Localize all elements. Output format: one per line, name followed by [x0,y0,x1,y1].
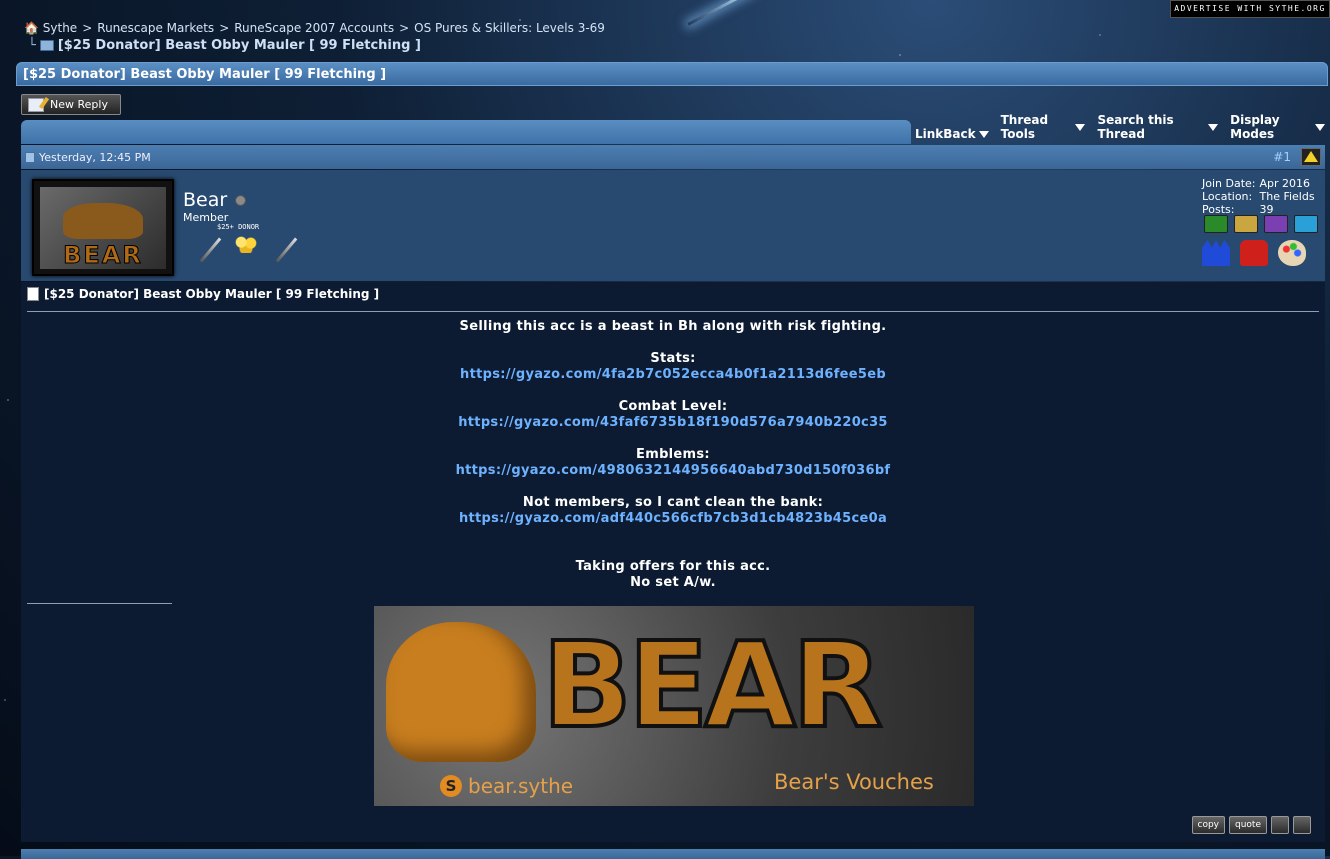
post-message: Selling this acc is a beast in Bh along … [21,319,1325,591]
bear-icon [63,202,143,239]
user-stats: Join Date: Apr 2016 Location: The Fields P… [1202,177,1319,216]
breadcrumb-current: └ [$25 Donator] Beast Obby Mauler [ 99 F… [28,38,421,53]
aim-icon[interactable] [1234,215,1258,233]
emblems-link[interactable]: https://gyazo.com/4980632144956640abd730… [456,463,891,478]
avatar-image: BEAR [40,186,166,269]
username[interactable]: Bear [183,189,247,211]
signature-banner: BEAR S bear.sythe Bear's Vouches [374,606,974,806]
post-title-icon [27,287,39,301]
quote-button[interactable]: quote [1229,816,1267,834]
sword-icon [275,237,298,263]
post-buttons: copy quote [1191,816,1311,834]
message-intro: Selling this acc is a beast in Bh along … [459,319,887,334]
new-reply-button[interactable]: New Reply [21,94,121,115]
offline-status-icon [235,194,247,206]
skype-icon: S [440,775,462,797]
skype-icon[interactable] [1294,215,1318,233]
vouches-text: Bear's Vouches [774,770,934,794]
thread-toolbar: LinkBack Thread Tools Search this Thread… [21,113,1325,144]
thread-title-bar: [$25 Donator] Beast Obby Mauler [ 99 Fle… [16,62,1328,86]
post-status-icon [25,151,35,163]
post-date: Yesterday, 12:45 PM [39,150,151,164]
new-reply-label: New Reply [50,98,108,111]
username-label: Bear [183,189,228,211]
breadcrumb-sythe[interactable]: Sythe [43,21,77,35]
sword-icon [199,237,222,263]
avatar-text: BEAR [63,240,143,269]
combat-label: Combat Level: [618,399,728,414]
crown-icon [1202,240,1230,266]
join-date-label: Join Date: [1202,177,1256,190]
signature-divider [27,603,172,604]
multiquote-icon[interactable] [1271,816,1289,834]
stats-label: Stats: [650,351,696,366]
donor-rank-image: $25+ DONOR [191,223,311,267]
breadcrumb-2007-accounts[interactable]: RuneScape 2007 Accounts [234,21,394,35]
quick-reply-icon[interactable] [1293,816,1311,834]
search-thread-menu[interactable]: Search this Thread [1097,113,1219,141]
dropdown-arrow-icon [1315,123,1325,131]
breadcrumb-separator: > [82,21,93,35]
emblems-label: Emblems: [636,447,710,462]
palette-icon [1278,240,1306,266]
offers-text: Taking offers for this acc. [575,559,771,574]
next-post-header [21,849,1325,859]
post-user-info: BEAR Bear Member $25+ DONOR Join Date: Ap… [21,170,1325,281]
bear-icon [386,622,536,762]
breadcrumb-current-title: [$25 Donator] Beast Obby Mauler [ 99 Fle… [57,38,421,53]
bank-link[interactable]: https://gyazo.com/adf440c566cfb7cb3d1cb4… [459,511,887,526]
post-body: [$25 Donator] Beast Obby Mauler [ 99 Fle… [21,282,1325,842]
comet-decoration [687,0,813,26]
dropdown-arrow-icon [1075,123,1086,131]
linkback-label: LinkBack [915,127,976,141]
home-icon[interactable]: 🏠 [24,21,39,35]
skype-handle-text: bear.sythe [468,774,574,798]
coins-icon [234,235,258,253]
dropdown-arrow-icon [1208,123,1219,131]
location-label: Location: [1202,190,1253,203]
contact-icons [1204,215,1318,233]
breadcrumb-os-pures[interactable]: OS Pures & Skillers: Levels 3-69 [414,21,605,35]
user-awards [1202,240,1306,266]
dropdown-arrow-icon [978,130,989,138]
post-number-link[interactable]: #1 [1273,150,1291,164]
stats-link[interactable]: https://gyazo.com/4fa2b7c052ecca4b0f1a21… [460,367,886,382]
aw-text: No set A/w. [630,575,716,590]
join-date-value: Apr 2016 [1259,177,1311,190]
copy-button[interactable]: copy [1191,816,1225,834]
thread-title: [$25 Donator] Beast Obby Mauler [ 99 Fle… [23,67,387,82]
rank-label: $25+ DONOR [217,223,260,231]
breadcrumb-runescape-markets[interactable]: Runescape Markets [97,21,214,35]
breadcrumb-separator: > [219,21,230,35]
search-thread-label: Search this Thread [1097,113,1174,141]
breadcrumb-separator: > [399,21,410,35]
skype-handle: S bear.sythe [440,774,573,798]
thread-tools-menu[interactable]: Thread Tools [1001,113,1086,141]
chair-icon [1240,240,1268,266]
post-title: [$25 Donator] Beast Obby Mauler [ 99 Fle… [27,287,379,301]
thread-tools-label: Thread Tools [1000,113,1049,141]
post-header: Yesterday, 12:45 PM #1 [21,145,1325,169]
location-value: The Fields [1259,190,1315,203]
display-modes-label: Display Modes [1230,113,1280,141]
divider [27,311,1319,312]
report-warning-icon[interactable] [1301,148,1321,166]
banner-text: BEAR [540,616,885,754]
toolbar-left-tab [21,120,911,144]
folder-icon [39,40,54,51]
breadcrumb: 🏠 Sythe > Runescape Markets > RuneScape 2007… [24,21,605,35]
display-modes-menu[interactable]: Display Modes [1230,113,1325,141]
new-reply-icon [28,97,44,112]
bank-label: Not members, so I cant clean the bank: [522,495,824,510]
icq-icon[interactable] [1204,215,1228,233]
post-title-text: [$25 Donator] Beast Obby Mauler [ 99 Fle… [44,287,380,301]
avatar[interactable]: BEAR [32,179,174,276]
linkback-menu[interactable]: LinkBack [915,127,989,141]
toolbar-menu: LinkBack Thread Tools Search this Thread… [915,113,1325,144]
advertise-banner[interactable]: ADVERTISE WITH SYTHE.ORG [1170,0,1330,18]
combat-link[interactable]: https://gyazo.com/43faf6735b18f190d576a7… [458,415,888,430]
yahoo-icon[interactable] [1264,215,1288,233]
